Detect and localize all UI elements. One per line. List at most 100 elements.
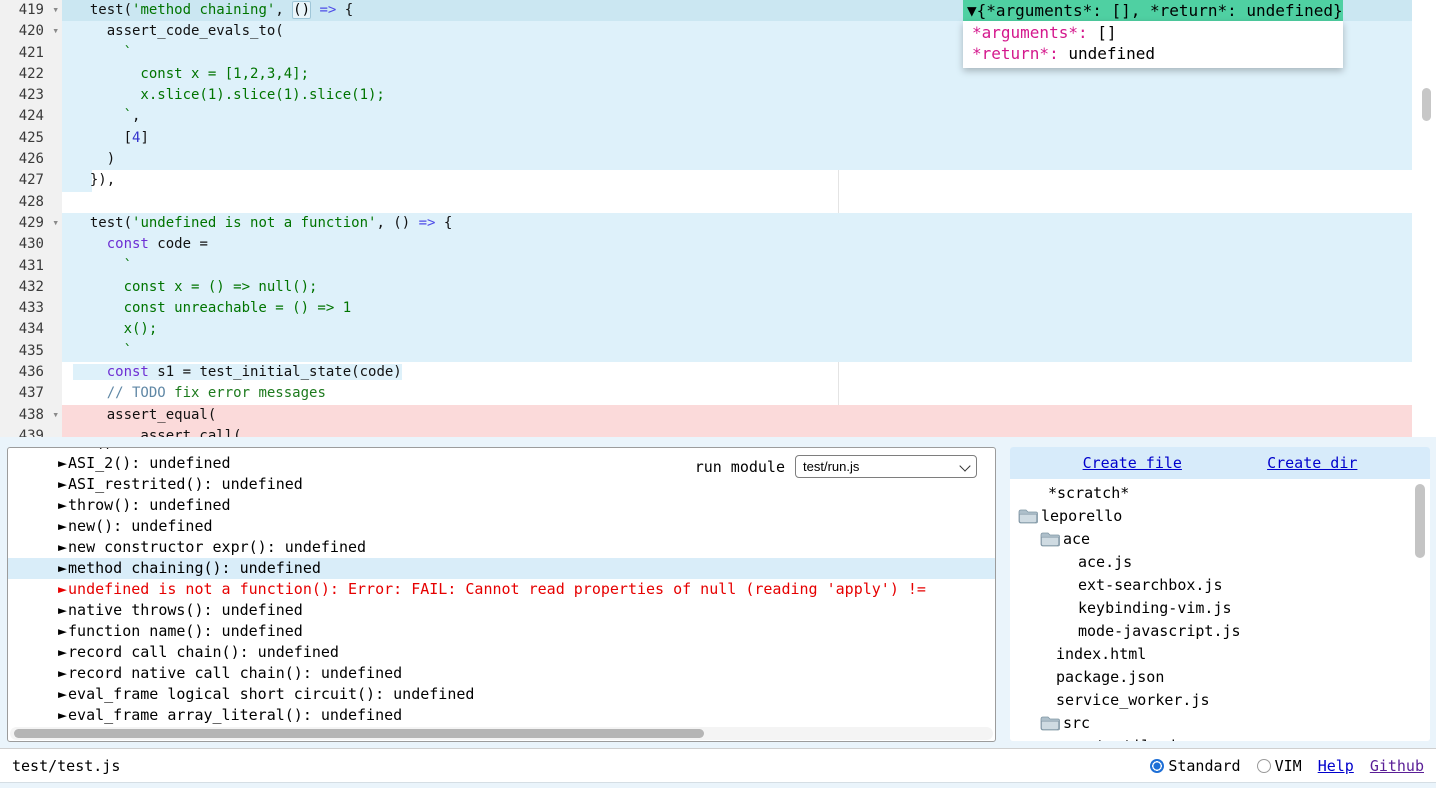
line-number[interactable]: 421 — [19, 45, 44, 61]
tree-item-file[interactable]: ace.js — [1010, 551, 1430, 574]
expand-triangle-icon[interactable]: ► — [58, 664, 67, 682]
line-number[interactable]: 438 — [19, 407, 44, 423]
gutter-line-number[interactable]: 429▾ — [0, 213, 62, 234]
tree-item-file[interactable]: mode-javascript.js — [1010, 620, 1430, 643]
result-row[interactable]: ►native throws(): undefined — [8, 600, 995, 621]
result-row[interactable]: ►new(): undefined — [8, 516, 995, 537]
gutter-line-number[interactable]: 423 — [0, 85, 62, 106]
results-scrollbar-thumb[interactable] — [14, 729, 704, 738]
gutter-line-number[interactable]: 435 — [0, 341, 62, 362]
tree-item-file[interactable]: keybinding-vim.js — [1010, 597, 1430, 620]
github-link[interactable]: Github — [1370, 757, 1424, 775]
expand-triangle-icon[interactable]: ► — [58, 643, 67, 661]
gutter-line-number[interactable]: 421 — [0, 43, 62, 64]
code-line[interactable]: ` — [62, 256, 1412, 277]
code-line[interactable]: ` — [62, 341, 1412, 362]
gutter-line-number[interactable]: 420▾ — [0, 21, 62, 42]
help-link[interactable]: Help — [1318, 757, 1354, 775]
tooltip-header[interactable]: ▼{*arguments*: [], *return*: undefined} — [963, 0, 1343, 21]
gutter-line-number[interactable]: 428 — [0, 192, 62, 213]
code-line[interactable]: }), — [62, 170, 1412, 191]
expand-triangle-icon[interactable]: ► — [58, 685, 67, 703]
gutter-line-number[interactable]: 427 — [0, 170, 62, 191]
tree-item-folder[interactable]: leporello — [1010, 505, 1430, 528]
gutter-line-number[interactable]: 431 — [0, 256, 62, 277]
create-dir-link[interactable]: Create dir — [1267, 454, 1357, 472]
line-number[interactable]: 429 — [19, 215, 44, 231]
tooltip-entry[interactable]: *return*: undefined — [967, 43, 1339, 64]
gutter-line-number[interactable]: 434 — [0, 319, 62, 340]
code-line[interactable]: x(); — [62, 319, 1412, 340]
line-number[interactable]: 427 — [19, 172, 44, 188]
result-row[interactable]: ►method chaining(): undefined — [8, 558, 995, 579]
code-line[interactable]: x.slice(1).slice(1).slice(1); — [62, 85, 1412, 106]
expand-triangle-icon[interactable]: ► — [58, 580, 67, 598]
result-row[interactable]: ►throw(): undefined — [8, 495, 995, 516]
vim-keybinding-option[interactable]: VIM — [1257, 757, 1302, 775]
expand-triangle-icon[interactable]: ► — [58, 447, 67, 451]
gutter-line-number[interactable]: 433 — [0, 298, 62, 319]
expand-triangle-icon[interactable]: ► — [58, 496, 67, 514]
tooltip-entry[interactable]: *arguments*: [] — [967, 22, 1339, 43]
run-module-select[interactable]: test/run.js — [795, 455, 977, 478]
code-line[interactable]: const s1 = test_initial_state(code) — [62, 362, 1412, 383]
result-row[interactable]: ►eval_frame logical short circuit(): und… — [8, 684, 995, 705]
expand-triangle-icon[interactable]: ► — [58, 559, 67, 577]
create-file-link[interactable]: Create file — [1083, 454, 1182, 472]
gutter-line-number[interactable]: 419 ▾ — [0, 0, 62, 21]
gutter-line-number[interactable]: 426 — [0, 149, 62, 170]
fold-toggle-icon[interactable]: ▾ — [52, 404, 59, 425]
standard-keybinding-option[interactable]: Standard — [1150, 757, 1240, 775]
file-tree-scrollbar-thumb[interactable] — [1415, 484, 1425, 558]
results-horizontal-scrollbar[interactable] — [10, 727, 993, 740]
gutter-line-number[interactable]: 422 — [0, 64, 62, 85]
expand-triangle-icon[interactable]: ► — [58, 454, 67, 472]
code-line[interactable]: const code = — [62, 234, 1412, 255]
editor-scrollbar[interactable] — [1412, 0, 1436, 437]
gutter-line-number[interactable]: 438 ▾ — [0, 405, 62, 426]
line-number[interactable]: 424 — [19, 108, 44, 124]
line-number[interactable]: 419 — [19, 2, 44, 18]
expand-triangle-icon[interactable]: ► — [58, 601, 67, 619]
tree-item-file[interactable]: ast_utils.js — [1010, 735, 1430, 741]
gutter-line-number[interactable]: 430 — [0, 234, 62, 255]
tree-item-file[interactable]: ext-searchbox.js — [1010, 574, 1430, 597]
result-row[interactable]: ►record native call chain(): undefined — [8, 663, 995, 684]
line-number[interactable]: 425 — [19, 130, 44, 146]
code-line[interactable]: test('undefined is not a function', () =… — [62, 213, 1412, 234]
tree-item-file[interactable]: *scratch* — [1010, 482, 1430, 505]
gutter-line-number[interactable]: 424 — [0, 106, 62, 127]
code-line[interactable] — [62, 192, 1412, 213]
line-number[interactable]: 436 — [19, 364, 44, 380]
line-number[interactable]: 437 — [19, 385, 44, 401]
tree-item-file[interactable]: index.html — [1010, 643, 1430, 666]
line-number[interactable]: 426 — [19, 151, 44, 167]
result-row[interactable]: ►function name(): undefined — [8, 621, 995, 642]
line-number[interactable]: 433 — [19, 300, 44, 316]
line-number[interactable]: 431 — [19, 258, 44, 274]
fold-toggle-icon[interactable]: ▾ — [52, 0, 59, 20]
tree-item-folder[interactable]: src — [1010, 712, 1430, 735]
code-line[interactable]: [4] — [62, 128, 1412, 149]
editor-scrollbar-thumb[interactable] — [1422, 88, 1431, 121]
gutter-line-number[interactable]: 432 — [0, 277, 62, 298]
result-row[interactable]: ►record call chain(): undefined — [8, 642, 995, 663]
line-number[interactable]: 435 — [19, 343, 44, 359]
result-row[interactable]: ►eval_frame array_literal(): undefined — [8, 705, 995, 726]
expand-triangle-icon[interactable]: ► — [58, 706, 67, 724]
expand-triangle-icon[interactable]: ► — [58, 538, 67, 556]
tree-item-file[interactable]: service_worker.js — [1010, 689, 1430, 712]
code-line[interactable]: ) — [62, 149, 1412, 170]
line-number[interactable]: 428 — [19, 194, 44, 210]
expand-triangle-icon[interactable]: ► — [58, 475, 67, 493]
editor-gutter[interactable]: 419▾420▾421422423424425426427428429▾4304… — [0, 0, 62, 437]
line-number[interactable]: 423 — [19, 87, 44, 103]
vim-radio[interactable] — [1257, 759, 1271, 773]
gutter-line-number[interactable]: 425 — [0, 128, 62, 149]
line-number[interactable]: 439 — [19, 428, 44, 437]
code-line[interactable]: assert_equal( — [62, 405, 1412, 426]
expand-triangle-icon[interactable]: ► — [58, 622, 67, 640]
line-number[interactable]: 430 — [19, 236, 44, 252]
code-line[interactable]: const unreachable = () => 1 — [62, 298, 1412, 319]
gutter-line-number[interactable]: 437 — [0, 383, 62, 404]
